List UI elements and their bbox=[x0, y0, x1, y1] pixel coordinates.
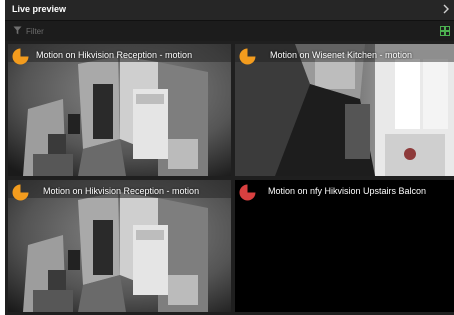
panel-header: Live preview bbox=[5, 0, 454, 21]
camera-feed-living-room bbox=[8, 44, 231, 176]
camera-tile-label: Motion on Hikvision Reception - motion bbox=[43, 186, 200, 196]
camera-tile-label: Motion on nfy Hikvision Upstairs Balcon bbox=[268, 186, 427, 196]
filter-input[interactable] bbox=[26, 24, 226, 38]
camera-tile[interactable]: Motion on Hikvision Reception - motion bbox=[8, 180, 231, 312]
camera-tile[interactable]: Motion on nfy Hikvision Upstairs Balcon bbox=[235, 180, 454, 312]
camera-feed-living-room bbox=[8, 180, 231, 312]
camera-feed-kitchen bbox=[235, 44, 454, 176]
grid-layout-icon[interactable] bbox=[440, 26, 450, 36]
chevron-right-icon[interactable] bbox=[442, 3, 450, 15]
filter-bar bbox=[5, 21, 454, 41]
motion-pie-icon bbox=[239, 184, 256, 201]
panel-title: Live preview bbox=[12, 4, 67, 14]
motion-pie-icon bbox=[12, 48, 29, 65]
camera-tile-label: Motion on Hikvision Reception - motion bbox=[36, 50, 193, 60]
camera-tile[interactable]: Motion on Hikvision Reception - motion bbox=[8, 44, 231, 176]
camera-tile-label: Motion on Wisenet Kitchen - motion bbox=[270, 50, 413, 60]
camera-tile[interactable]: Motion on Wisenet Kitchen - motion bbox=[235, 44, 454, 176]
app-window: Live preview Filter Motion on Hikvision … bbox=[0, 0, 454, 315]
filter-icon[interactable] bbox=[13, 26, 22, 35]
motion-pie-icon bbox=[239, 48, 256, 65]
motion-pie-icon bbox=[12, 184, 29, 201]
live-preview-panel: Live preview Filter Motion on Hikvision … bbox=[5, 0, 454, 315]
